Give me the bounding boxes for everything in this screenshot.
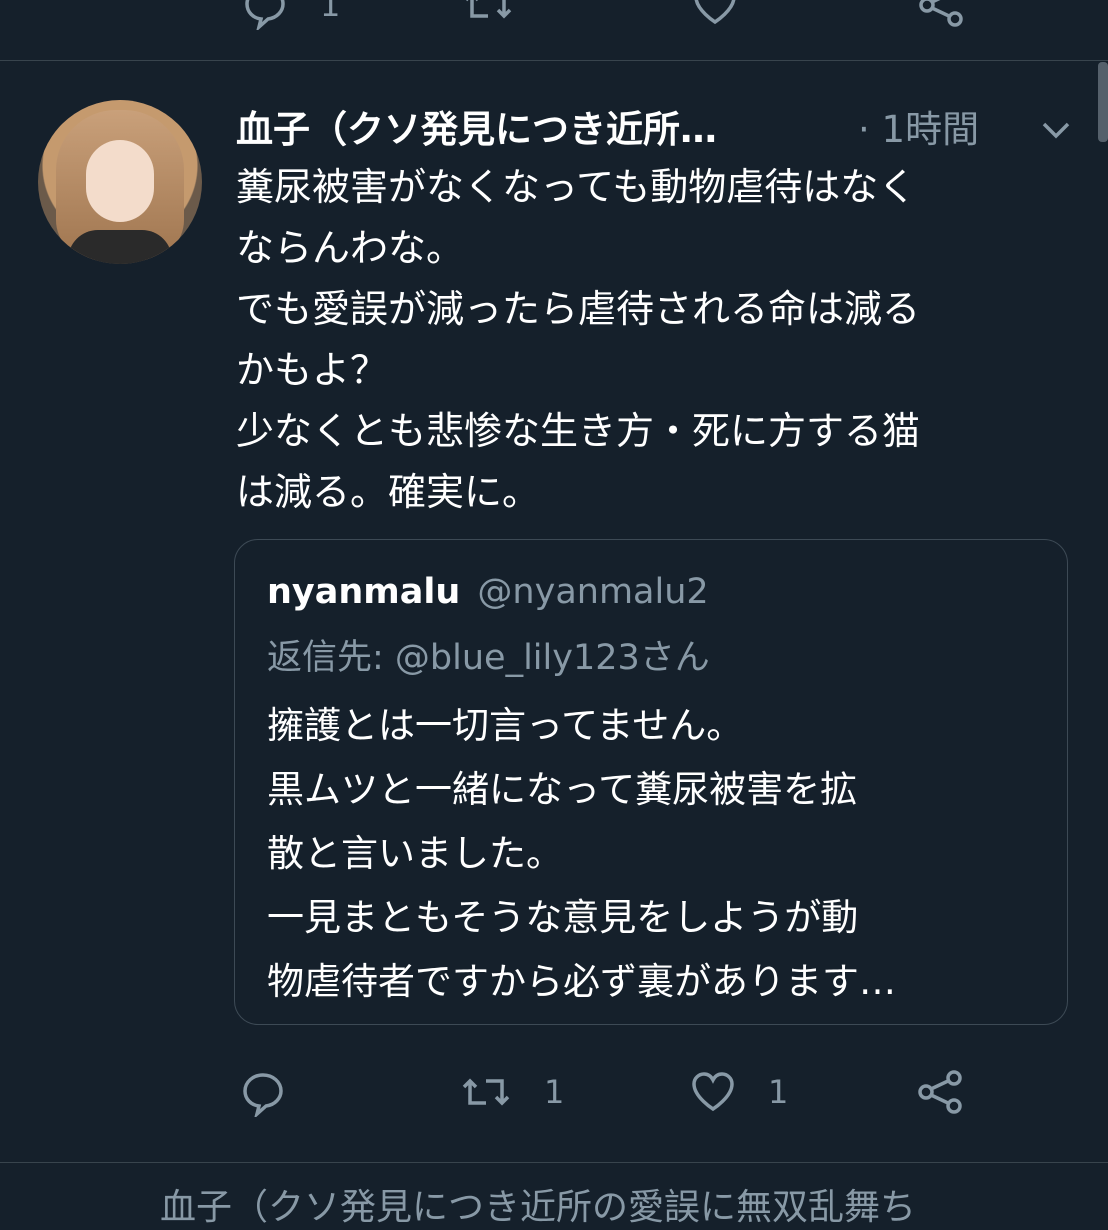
tweet-divider-bottom — [0, 1162, 1108, 1163]
share-button[interactable] — [914, 1057, 966, 1127]
quoted-text-line: 物虐待者ですから必ず裏があります… — [267, 960, 896, 1003]
heart-icon — [692, 1072, 734, 1112]
quoted-tweet[interactable]: nyanmalu @nyanmalu2 返信先: @blue_lily123さん… — [234, 539, 1068, 1025]
retweet-icon — [466, 0, 512, 19]
share-icon — [918, 1070, 962, 1114]
quoted-author-handle: @nyanmalu2 — [477, 572, 709, 612]
tweet-header: 血子（クソ発見につき近所… · 1時間 — [236, 102, 1076, 158]
author-name[interactable]: 血子（クソ発見につき近所… — [236, 102, 717, 158]
tweet[interactable]: 血子（クソ発見につき近所… · 1時間 糞尿被害がなくなっても動物虐待はなく な… — [0, 62, 1108, 1162]
timestamp[interactable]: · 1時間 — [858, 102, 979, 158]
retweet-icon — [462, 1078, 510, 1106]
share-icon — [919, 0, 963, 27]
avatar[interactable] — [38, 100, 202, 264]
tweet-text-line: は減る。確実に。 — [236, 470, 541, 514]
chevron-down-icon[interactable] — [1036, 116, 1076, 146]
prev-share-button[interactable] — [915, 0, 967, 40]
next-tweet-preview[interactable]: 血子（クソ発見につき近所の愛誤に無双乱舞ち — [160, 1178, 916, 1230]
quoted-text-line: 黒ムツと一緒になって糞尿被害を拡 — [267, 768, 858, 811]
retweet-count: 1 — [544, 1073, 565, 1111]
tweet-text: 糞尿被害がなくなっても動物虐待はなく ならんわな。 でも愛誤が減ったら虐待される… — [236, 157, 1076, 523]
reply-icon — [245, 0, 285, 30]
prev-like-button[interactable] — [690, 0, 740, 40]
tweet-text-line: 少なくとも悲惨な生き方・死に方する猫 — [236, 409, 921, 453]
prev-retweet-button[interactable] — [460, 0, 516, 40]
retweet-button[interactable]: 1 — [458, 1057, 564, 1127]
reply-icon — [243, 1073, 283, 1117]
tweet-divider-top — [0, 60, 1108, 61]
reply-button[interactable] — [238, 1057, 318, 1127]
quoted-tweet-text: 擁護とは一切言ってません。 黒ムツと一緒になって糞尿被害を拡 散と言いました。 … — [267, 694, 896, 1014]
like-count: 1 — [768, 1073, 789, 1111]
quoted-text-line: 一見まともそうな意見をしようが動 — [267, 896, 859, 939]
quoted-tweet-header: nyanmalu @nyanmalu2 — [267, 564, 709, 620]
quoted-reply-to: 返信先: @blue_lily123さん — [267, 638, 710, 678]
like-button[interactable]: 1 — [688, 1057, 788, 1127]
previous-tweet-actions: 1 — [0, 0, 1108, 30]
tweet-text-line: かもよ？ — [236, 348, 389, 392]
prev-reply-count: 1 — [320, 0, 341, 24]
heart-icon — [694, 0, 736, 25]
tweet-text-line: でも愛誤が減ったら虐待される命は減る — [236, 287, 921, 331]
quoted-text-line: 擁護とは一切言ってません。 — [267, 704, 744, 747]
tweet-text-line: 糞尿被害がなくなっても動物虐待はなく — [236, 165, 917, 209]
prev-reply-button[interactable]: 1 — [240, 0, 340, 40]
quoted-author-name: nyanmalu — [267, 572, 461, 612]
quoted-text-line: 散と言いました。 — [267, 832, 563, 875]
tweet-text-line: ならんわな。 — [236, 226, 465, 270]
tweet-actions: 1 1 — [236, 1057, 1076, 1127]
